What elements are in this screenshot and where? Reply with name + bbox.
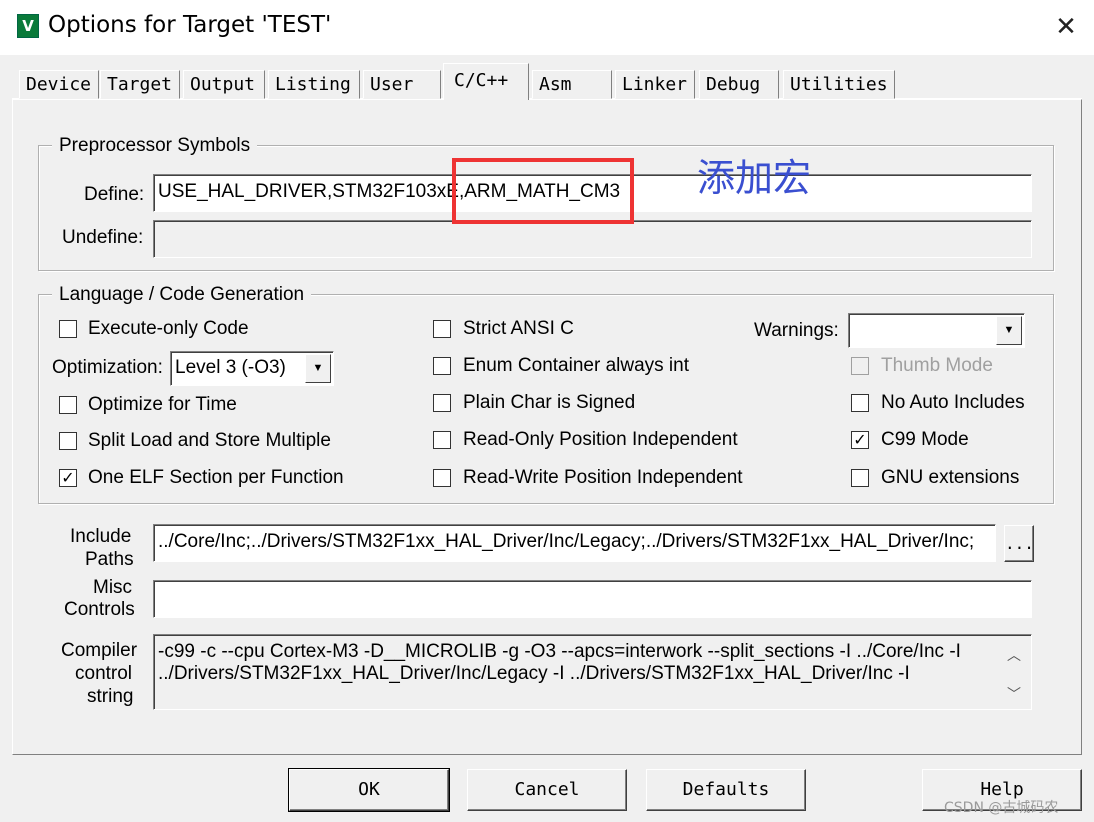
misc-controls-input[interactable] [153,580,1032,618]
app-icon: V [17,14,39,38]
tab-device[interactable]: Device [19,70,99,99]
misc-label-line1: Misc [93,577,133,598]
execute-only-label: Execute-only Code [88,318,249,339]
rw-pi-label: Read-Write Position Independent [463,467,743,488]
compiler-label-line3: string [87,686,134,707]
split-load-checkbox[interactable] [59,432,77,450]
warnings-label: Warnings: [754,320,839,341]
compiler-line-2: ../Drivers/STM32F1xx_HAL_Driver/Inc/Lega… [158,663,910,684]
tab-listing[interactable]: Listing [268,70,360,99]
highlight-box [452,158,634,224]
gnu-ext-label: GNU extensions [881,467,1020,488]
optimization-value: Level 3 (-O3) [175,357,286,378]
tab-output[interactable]: Output [183,70,265,99]
close-icon[interactable]: ✕ [1053,12,1079,42]
compiler-control-text[interactable]: -c99 -c --cpu Cortex-M3 -D__MICROLIB -g … [153,634,1032,710]
preprocessor-legend: Preprocessor Symbols [52,135,258,157]
scroll-down-icon[interactable]: ﹀ [1007,684,1021,704]
compiler-line-1: -c99 -c --cpu Cortex-M3 -D__MICROLIB -g … [158,641,961,662]
one-elf-label: One ELF Section per Function [88,467,344,488]
optimization-label: Optimization: [52,357,163,378]
tab-c-cpp[interactable]: C/C++ [443,63,529,100]
enum-container-label: Enum Container always int [463,355,689,376]
compiler-label-line2: control [75,663,133,684]
plain-char-label: Plain Char is Signed [463,392,636,413]
scroll-up-icon[interactable]: ︿ [1007,645,1021,665]
include-paths-input[interactable]: ../Core/Inc;../Drivers/STM32F1xx_HAL_Dri… [153,524,996,562]
undefine-input[interactable] [153,220,1032,258]
browse-include-button[interactable]: ... [1004,525,1034,562]
optimize-time-label: Optimize for Time [88,394,237,415]
tab-asm[interactable]: Asm [532,70,612,99]
thumb-mode-checkbox[interactable] [851,357,869,375]
execute-only-checkbox[interactable] [59,320,77,338]
warnings-select[interactable]: ▼ [848,313,1025,348]
tab-linker[interactable]: Linker [615,70,695,99]
optimize-time-checkbox[interactable] [59,396,77,414]
ro-pi-checkbox[interactable] [433,431,451,449]
rw-pi-checkbox[interactable] [433,469,451,487]
split-load-label: Split Load and Store Multiple [88,430,331,451]
window-title: Options for Target 'TEST' [48,12,332,38]
annotation-text: 添加宏 [697,156,812,200]
strict-ansi-checkbox[interactable] [433,320,451,338]
c99-mode-checkbox[interactable]: ✓ [851,431,869,449]
tab-debug[interactable]: Debug [699,70,779,99]
cancel-button[interactable]: Cancel [467,769,627,811]
gnu-ext-checkbox[interactable] [851,469,869,487]
watermark: CSDN @古城码农 [944,800,1059,816]
undefine-label: Undefine: [62,227,144,248]
misc-label-line2: Controls [64,599,135,620]
strict-ansi-label: Strict ANSI C [463,318,574,339]
ok-button[interactable]: OK [288,768,450,812]
include-label-line2: Paths [85,549,134,570]
chevron-down-icon[interactable]: ▼ [996,316,1022,345]
tab-user[interactable]: User [363,70,441,99]
ro-pi-label: Read-Only Position Independent [463,429,738,450]
c99-mode-label: C99 Mode [881,429,969,450]
include-label-line1: Include [70,526,132,547]
defaults-button[interactable]: Defaults [646,769,806,811]
language-legend: Language / Code Generation [52,284,312,306]
thumb-mode-label: Thumb Mode [881,355,993,376]
tab-utilities[interactable]: Utilities [783,70,895,99]
no-auto-includes-checkbox[interactable] [851,394,869,412]
plain-char-checkbox[interactable] [433,394,451,412]
optimization-select[interactable]: Level 3 (-O3) ▼ [170,351,334,386]
tab-target[interactable]: Target [100,70,180,99]
define-label: Define: [84,184,145,205]
one-elf-checkbox[interactable]: ✓ [59,469,77,487]
enum-container-checkbox[interactable] [433,357,451,375]
chevron-down-icon[interactable]: ▼ [305,354,331,383]
no-auto-includes-label: No Auto Includes [881,392,1025,413]
compiler-label-line1: Compiler [61,640,138,661]
